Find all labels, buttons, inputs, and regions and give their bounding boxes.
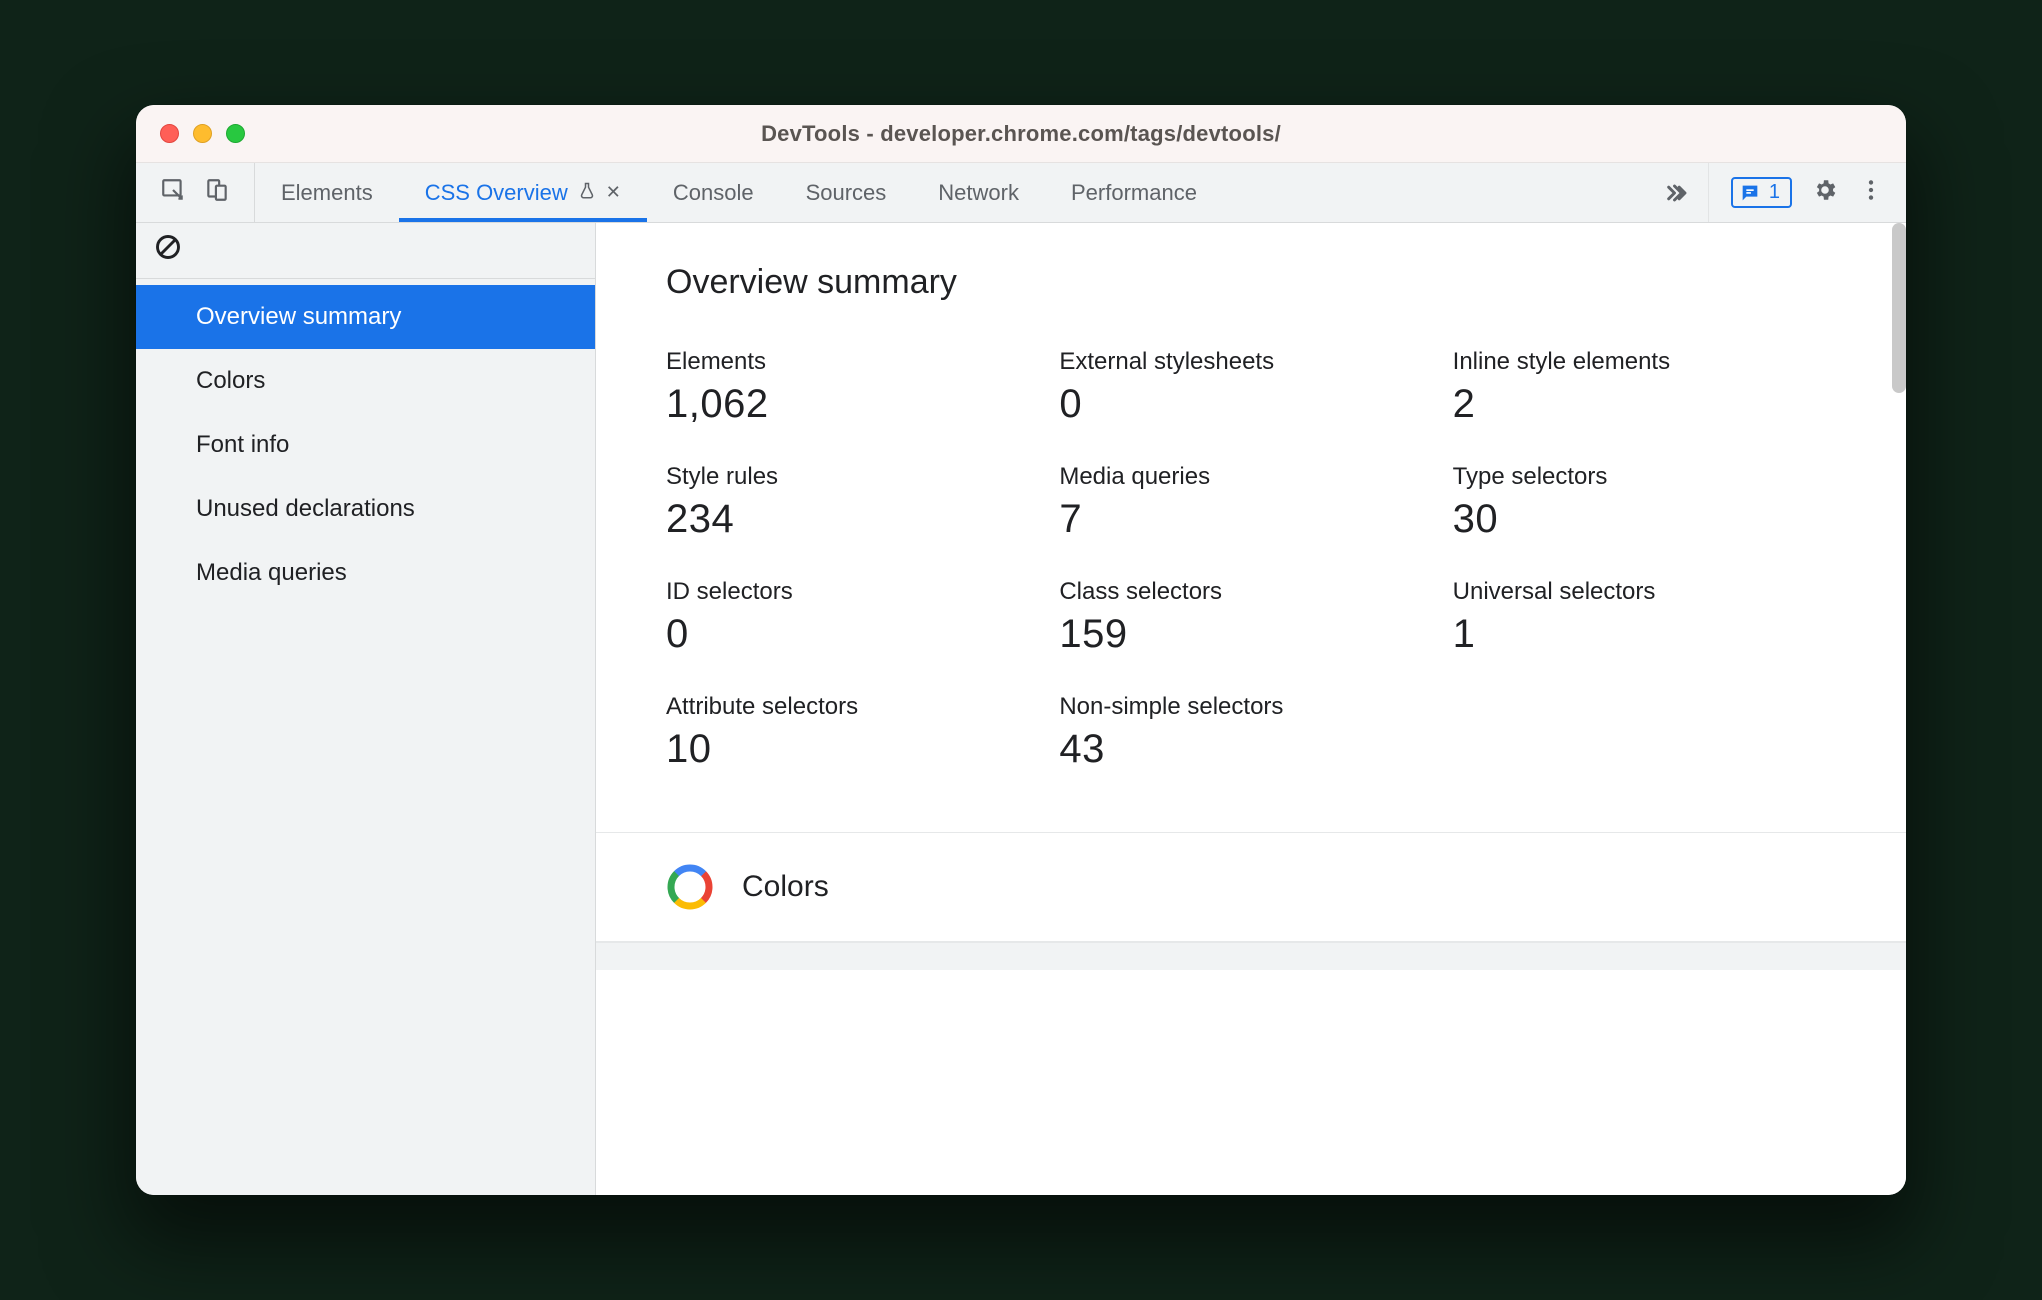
window-titlebar: DevTools - developer.chrome.com/tags/dev… <box>136 105 1906 163</box>
stat-value: 1 <box>1453 612 1816 657</box>
sidebar-item-label: Overview summary <box>196 303 401 330</box>
css-overview-sidebar: Overview summary Colors Font info Unused… <box>136 223 596 1195</box>
panel-tabs: Elements CSS Overview ✕ Console Sources … <box>255 163 1648 222</box>
stat-label: Class selectors <box>1059 578 1422 606</box>
sidebar-item-label: Colors <box>196 367 265 394</box>
stat-label: Type selectors <box>1453 463 1816 491</box>
colors-section-title: Colors <box>742 870 829 904</box>
stat-value: 7 <box>1059 497 1422 542</box>
stat-value: 0 <box>1059 382 1422 427</box>
color-ring-icon <box>666 863 714 911</box>
stat-label: Elements <box>666 348 1029 376</box>
footer-spacer <box>596 942 1906 970</box>
clear-overview-icon[interactable] <box>154 233 182 268</box>
tab-console[interactable]: Console <box>647 163 780 222</box>
stat-value: 43 <box>1059 727 1422 772</box>
sidebar-item-label: Media queries <box>196 559 347 586</box>
stat-non-simple-selectors: Non-simple selectors 43 <box>1059 693 1422 772</box>
sidebar-item-label: Unused declarations <box>196 495 415 522</box>
stat-label: External stylesheets <box>1059 348 1422 376</box>
stat-class-selectors: Class selectors 159 <box>1059 578 1422 657</box>
close-panel-icon[interactable]: ✕ <box>606 182 621 203</box>
stat-label: Inline style elements <box>1453 348 1816 376</box>
stat-value: 159 <box>1059 612 1422 657</box>
more-tabs-button[interactable] <box>1648 163 1708 222</box>
sidebar-item-overview-summary[interactable]: Overview summary <box>136 285 595 349</box>
stat-label: Universal selectors <box>1453 578 1816 606</box>
stat-label: Media queries <box>1059 463 1422 491</box>
sidebar-item-font-info[interactable]: Font info <box>136 413 595 477</box>
tab-label: Sources <box>806 180 887 206</box>
close-window-button[interactable] <box>160 124 179 143</box>
sidebar-item-media-queries[interactable]: Media queries <box>136 541 595 605</box>
stat-external-stylesheets: External stylesheets 0 <box>1059 348 1422 427</box>
window-title: DevTools - developer.chrome.com/tags/dev… <box>136 121 1906 147</box>
sidebar-item-unused-declarations[interactable]: Unused declarations <box>136 477 595 541</box>
issues-count: 1 <box>1769 181 1780 204</box>
stat-universal-selectors: Universal selectors 1 <box>1453 578 1816 657</box>
tab-label: Performance <box>1071 180 1197 206</box>
tab-performance[interactable]: Performance <box>1045 163 1223 222</box>
stat-value: 0 <box>666 612 1029 657</box>
issues-counter[interactable]: 1 <box>1731 177 1792 208</box>
stat-attribute-selectors: Attribute selectors 10 <box>666 693 1029 772</box>
experimental-icon <box>578 180 596 206</box>
sidebar-items: Overview summary Colors Font info Unused… <box>136 279 595 605</box>
stat-media-queries: Media queries 7 <box>1059 463 1422 542</box>
devtools-window: DevTools - developer.chrome.com/tags/dev… <box>136 105 1906 1195</box>
stat-label: Style rules <box>666 463 1029 491</box>
stat-value: 10 <box>666 727 1029 772</box>
tab-label: CSS Overview <box>425 180 568 206</box>
overview-stats-grid: Elements 1,062 External stylesheets 0 In… <box>666 348 1816 772</box>
settings-icon[interactable] <box>1812 177 1838 209</box>
stat-style-rules: Style rules 234 <box>666 463 1029 542</box>
tab-css-overview[interactable]: CSS Overview ✕ <box>399 163 647 222</box>
inspect-dock-controls <box>136 163 255 222</box>
scrollbar-thumb[interactable] <box>1892 223 1906 393</box>
sidebar-item-colors[interactable]: Colors <box>136 349 595 413</box>
overview-heading: Overview summary <box>666 263 1836 302</box>
stat-elements: Elements 1,062 <box>666 348 1029 427</box>
tab-elements[interactable]: Elements <box>255 163 399 222</box>
tab-sources[interactable]: Sources <box>780 163 913 222</box>
stat-inline-style-elements: Inline style elements 2 <box>1453 348 1816 427</box>
stat-value: 2 <box>1453 382 1816 427</box>
stat-value: 1,062 <box>666 382 1029 427</box>
stat-label: Non-simple selectors <box>1059 693 1422 721</box>
inspect-element-icon[interactable] <box>160 177 186 209</box>
stat-type-selectors: Type selectors 30 <box>1453 463 1816 542</box>
zoom-window-button[interactable] <box>226 124 245 143</box>
tab-label: Network <box>938 180 1019 206</box>
window-controls <box>160 124 245 143</box>
colors-section-header[interactable]: Colors <box>596 832 1906 942</box>
stat-value: 234 <box>666 497 1029 542</box>
stat-label: Attribute selectors <box>666 693 1029 721</box>
stat-value: 30 <box>1453 497 1816 542</box>
clear-overview-bar <box>136 223 595 279</box>
device-toolbar-icon[interactable] <box>204 177 230 209</box>
stat-label: ID selectors <box>666 578 1029 606</box>
panel-body: Overview summary Colors Font info Unused… <box>136 223 1906 1195</box>
tab-label: Elements <box>281 180 373 206</box>
css-overview-main: Overview summary Elements 1,062 External… <box>596 223 1906 1195</box>
tab-network[interactable]: Network <box>912 163 1045 222</box>
minimize-window-button[interactable] <box>193 124 212 143</box>
more-options-icon[interactable] <box>1858 177 1884 209</box>
stat-id-selectors: ID selectors 0 <box>666 578 1029 657</box>
tabstrip-actions: 1 <box>1708 163 1906 222</box>
devtools-tabstrip: Elements CSS Overview ✕ Console Sources … <box>136 163 1906 223</box>
sidebar-item-label: Font info <box>196 431 289 458</box>
tab-label: Console <box>673 180 754 206</box>
